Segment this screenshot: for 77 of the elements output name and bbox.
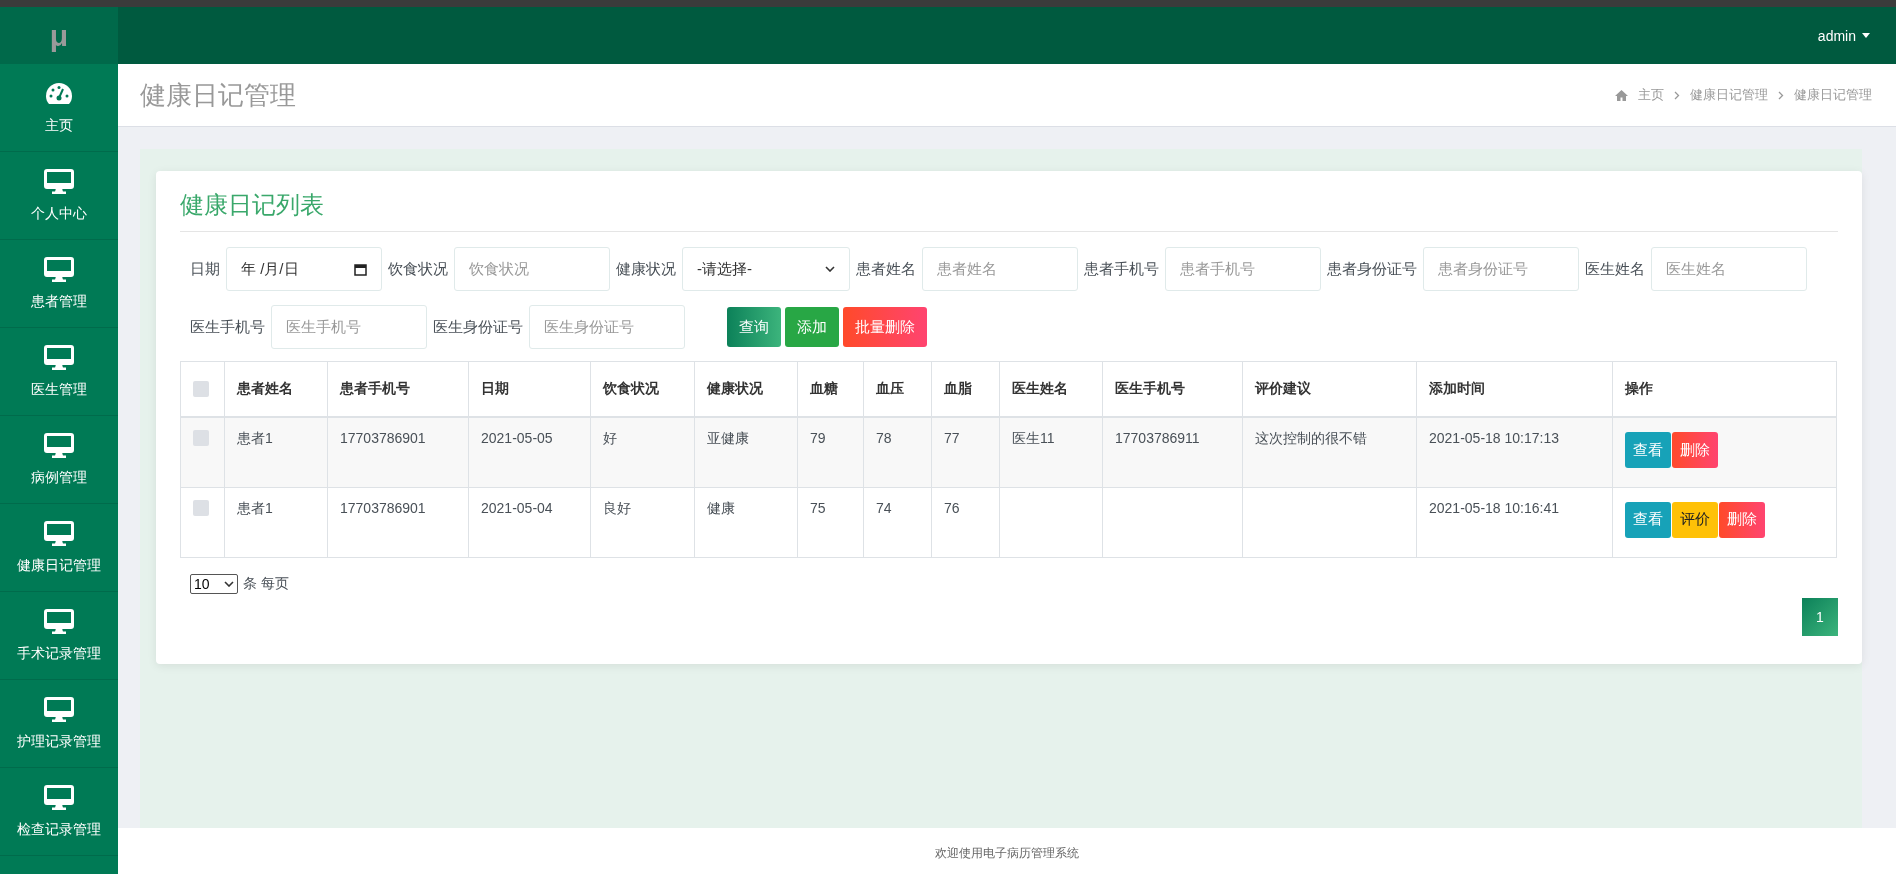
input-field[interactable]: 医生身份证号 xyxy=(529,305,685,349)
table-cell: 好 xyxy=(590,417,695,487)
field-label: 健康状况 xyxy=(616,259,676,279)
table-cell: 健康 xyxy=(694,487,798,557)
table-cell: 医生11 xyxy=(999,417,1103,487)
date-field[interactable]: 年 /月/日 xyxy=(226,247,382,291)
field-label: 患者姓名 xyxy=(856,259,916,279)
table-cell: 78 xyxy=(863,417,932,487)
field-label: 医生手机号 xyxy=(190,317,265,337)
table-cell: 75 xyxy=(797,487,864,557)
table-cell: 良好 xyxy=(590,487,695,557)
checkbox[interactable] xyxy=(193,381,209,397)
search-button[interactable]: 查询 xyxy=(727,307,781,347)
delete-button[interactable]: 批量删除 xyxy=(843,307,927,347)
table-cell: 患者1 xyxy=(224,487,328,557)
footer-text: 欢迎使用电子病历管理系统 xyxy=(935,844,1079,862)
user-menu[interactable]: admin xyxy=(1817,27,1870,44)
field-label: 患者身份证号 xyxy=(1327,259,1417,279)
page-size-select[interactable]: 10 xyxy=(190,573,238,594)
monitor-icon xyxy=(44,784,74,811)
monitor-icon xyxy=(44,696,74,723)
checkbox[interactable] xyxy=(193,430,209,446)
chevron-icon xyxy=(224,580,234,587)
delete-button[interactable]: 删除 xyxy=(1672,432,1718,468)
chevron-icon xyxy=(825,266,835,272)
view-button[interactable]: 查看 xyxy=(1625,501,1671,538)
select-field[interactable]: -请选择- xyxy=(682,247,850,291)
table-cell: 74 xyxy=(863,487,932,557)
delete-button[interactable]: 删除 xyxy=(1719,501,1765,538)
page-size-label: 条 每页 xyxy=(243,574,289,593)
table-cell: 2021-05-18 10:16:41 xyxy=(1416,487,1613,557)
input-field[interactable]: 饮食状况 xyxy=(454,247,610,291)
table-cell: 亚健康 xyxy=(694,417,798,487)
field-label: 医生身份证号 xyxy=(433,317,523,337)
table-cell: 2021-05-04 xyxy=(468,487,591,557)
breadcrumb-link[interactable]: 健康日记管理 xyxy=(1794,86,1872,104)
table-cell: 77 xyxy=(931,417,1000,487)
input-field[interactable]: 患者姓名 xyxy=(922,247,1078,291)
monitor-icon xyxy=(44,168,74,195)
home-icon xyxy=(1615,89,1628,101)
checkbox[interactable] xyxy=(193,499,209,516)
add-button[interactable]: 添加 xyxy=(785,307,839,347)
table-cell: 2021-05-18 10:17:13 xyxy=(1416,417,1613,487)
monitor-icon xyxy=(44,608,74,635)
review-button[interactable]: 评价 xyxy=(1672,501,1718,538)
calendar-icon xyxy=(354,262,367,276)
field-label: 患者手机号 xyxy=(1084,259,1159,279)
input-field[interactable]: 患者身份证号 xyxy=(1423,247,1579,291)
field-label: 医生姓名 xyxy=(1585,259,1645,279)
card-title: 健康日记列表 xyxy=(180,189,1838,232)
table-cell: 2021-05-05 xyxy=(468,417,591,487)
monitor-icon xyxy=(44,256,74,283)
table-cell: 这次控制的很不错 xyxy=(1242,417,1417,487)
view-button[interactable]: 查看 xyxy=(1625,432,1671,468)
breadcrumb-link[interactable]: 主页 xyxy=(1638,86,1664,104)
breadcrumb-link[interactable]: 健康日记管理 xyxy=(1690,86,1768,104)
dashboard-icon xyxy=(44,80,74,107)
field-label: 日期 xyxy=(190,259,220,279)
chevron-icon xyxy=(1778,90,1784,100)
input-field[interactable]: 医生姓名 xyxy=(1651,247,1807,291)
logo: μ xyxy=(0,7,118,64)
chevron-icon xyxy=(1674,90,1680,100)
table-cell: 79 xyxy=(797,417,864,487)
table-cell: 17703786911 xyxy=(1102,417,1243,487)
table-cell: 患者1 xyxy=(224,417,328,487)
input-field[interactable]: 患者手机号 xyxy=(1165,247,1321,291)
monitor-icon xyxy=(44,344,74,371)
caret-icon xyxy=(1862,33,1870,38)
page-button[interactable]: 1 xyxy=(1802,597,1838,636)
input-field[interactable]: 医生手机号 xyxy=(271,305,427,349)
table-cell: 17703786901 xyxy=(327,487,469,557)
table-cell: 17703786901 xyxy=(327,417,469,487)
table-cell: 76 xyxy=(931,487,1000,557)
page-title: 健康日记管理 xyxy=(140,78,296,112)
field-label: 饮食状况 xyxy=(388,259,448,279)
monitor-icon xyxy=(44,432,74,459)
monitor-icon xyxy=(44,520,74,547)
